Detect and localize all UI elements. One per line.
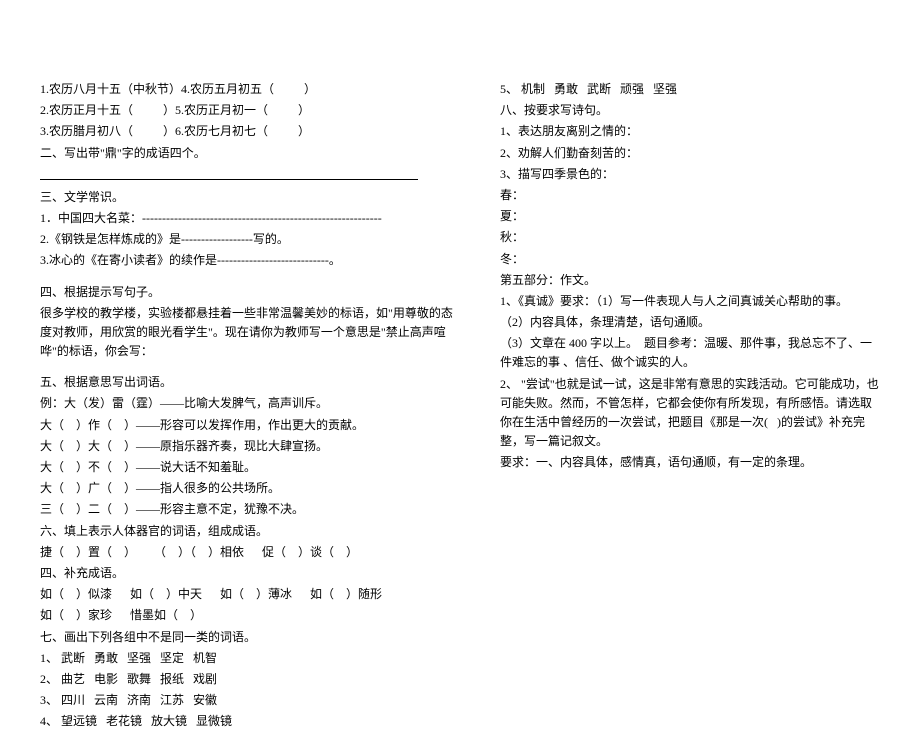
- s3-line1: 1．中国四大名菜：-------------------------------…: [40, 209, 460, 228]
- s5-line4: 大（ ）广（ ）——指人很多的公共场所。: [40, 479, 460, 498]
- p5-essay2: 2、 "尝试"也就是试一试，这是非常有意思的实践活动。它可能成功，也可能失败。然…: [500, 375, 880, 452]
- s7-line2: 2、 曲艺 电影 歌舞 报纸 戏剧: [40, 670, 460, 689]
- s1-line1: 1.农历八月十五（中秋节）4.农历五月初五（ ）: [40, 80, 460, 99]
- s7-line1: 1、 武断 勇敢 坚强 坚定 机智: [40, 649, 460, 668]
- s8-line1: 1、表达朋友离别之情的：: [500, 122, 880, 141]
- s1-line4: 二、写出带"鼎"字的成语四个。: [40, 144, 460, 163]
- s5-line2: 大（ ）大（ ）——原指乐器齐奏，现比大肆宣扬。: [40, 437, 460, 456]
- s6-line1: 捷（ ）置（ ） （ ）（ ）相依 促（ ）谈（ ）: [40, 543, 460, 562]
- p5-heading: 第五部分：作文。: [500, 271, 880, 290]
- s4-heading: 四、根据提示写句子。: [40, 283, 460, 302]
- s8-spring: 春：: [500, 186, 880, 205]
- sbu-line1: 如（ ）似漆 如（ ）中天 如（ ）薄冰 如（ ）随形: [40, 585, 460, 604]
- divider: [40, 179, 418, 180]
- s8-autumn: 秋：: [500, 228, 880, 247]
- s7-line3: 3、 四川 云南 济南 江苏 安徽: [40, 691, 460, 710]
- s1-line2: 2.农历正月十五（ ）5.农历正月初一（ ）: [40, 101, 460, 120]
- s3-line2: 2.《钢铁是怎样炼成的》是------------------写的。: [40, 230, 460, 249]
- p5-essay1-l2: （2）内容具体，条理清楚，语句通顺。: [500, 313, 880, 332]
- sbu-heading: 四、补充成语。: [40, 564, 460, 583]
- s1-line3: 3.农历腊月初八（ ）6.农历七月初七（ ）: [40, 122, 460, 141]
- s7-heading: 七、画出下列各组中不是同一类的词语。: [40, 628, 460, 647]
- s5-line1: 大（ ）作（ ）——形容可以发挥作用，作出更大的贡献。: [40, 416, 460, 435]
- s8-summer: 夏：: [500, 207, 880, 226]
- s8-line2: 2、劝解人们勤奋刻苦的：: [500, 144, 880, 163]
- s5-heading: 五、根据意思写出词语。: [40, 373, 460, 392]
- s5-line5: 三（ ）二（ ）——形容主意不定，犹豫不决。: [40, 500, 460, 519]
- s5-line3: 大（ ）不（ ）——说大话不知羞耻。: [40, 458, 460, 477]
- s8-line3: 3、描写四季景色的：: [500, 165, 880, 184]
- s8-winter: 冬：: [500, 250, 880, 269]
- s8-heading: 八、按要求写诗句。: [500, 101, 880, 120]
- p5-essay1-l1: 1、《真诚》要求：（1）写一件表现人与人之间真诚关心帮助的事。: [500, 292, 880, 311]
- s6-heading: 六、填上表示人体器官的词语，组成成语。: [40, 522, 460, 541]
- s4-para: 很多学校的教学楼，实验楼都悬挂着一些非常温馨美妙的标语，如"用尊敬的态度对教师，…: [40, 304, 460, 362]
- s7-line4: 4、 望远镜 老花镜 放大镜 显微镜: [40, 712, 460, 731]
- s7-line5: 5、 机制 勇敢 武断 顽强 坚强: [500, 80, 880, 99]
- s3-heading: 三、文学常识。: [40, 188, 460, 207]
- s3-line3: 3.冰心的《在寄小读者》的续作是------------------------…: [40, 251, 460, 270]
- s5-example: 例：大（发）雷（霆）——比喻大发脾气，高声训斥。: [40, 394, 460, 413]
- p5-req: 要求：一、内容具体，感情真，语句通顺，有一定的条理。: [500, 453, 880, 472]
- p5-essay1-l3: （3）文章在 400 字以上。 题目参考：温暖、那件事，我总忘不了、一件难忘的事…: [500, 334, 880, 372]
- sbu-line2: 如（ ）家珍 惜墨如（ ）: [40, 606, 460, 625]
